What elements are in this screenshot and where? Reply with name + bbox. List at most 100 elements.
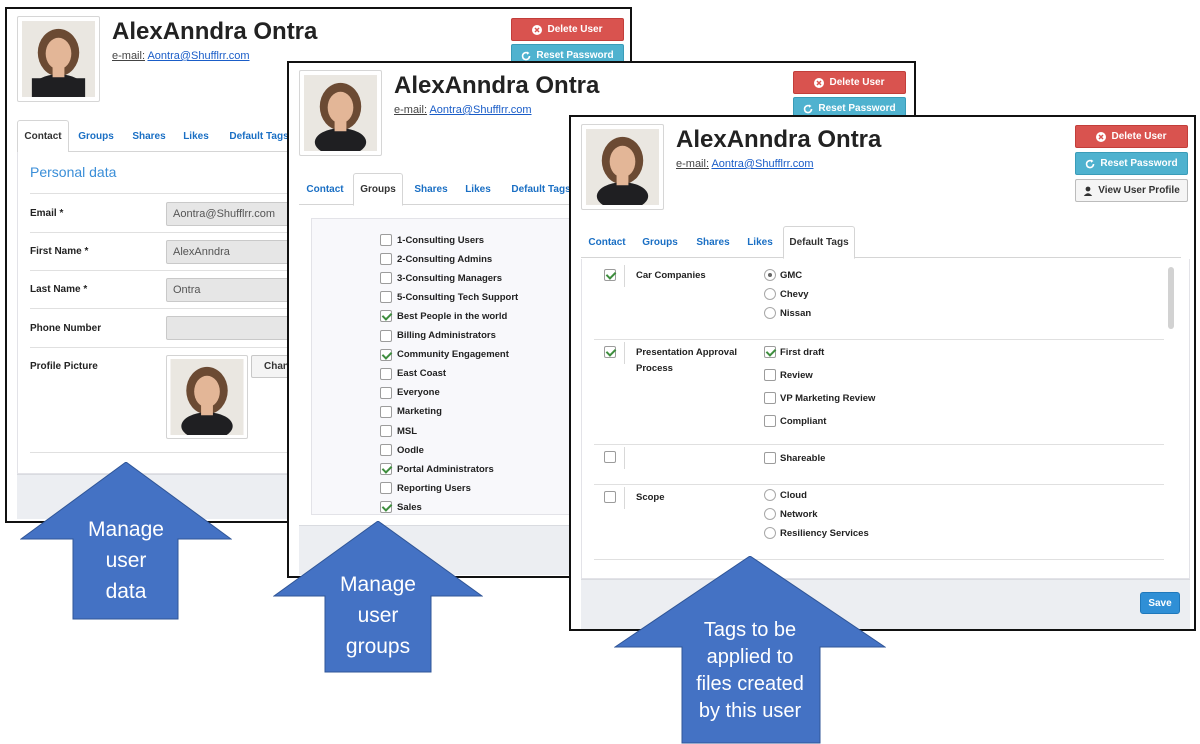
group-item[interactable]: Marketing	[380, 405, 442, 419]
group-item[interactable]: MSL	[380, 424, 417, 438]
group-checkbox[interactable]	[380, 482, 392, 495]
email-link[interactable]: Aontra@Shufflrr.com	[429, 104, 531, 116]
group-checkbox[interactable]	[380, 291, 392, 304]
tag-option-radio[interactable]	[764, 288, 776, 301]
last-name-field[interactable]: Ontra	[166, 278, 306, 302]
tab-shares[interactable]: Shares	[691, 226, 735, 258]
tag-enable-checkbox[interactable]	[604, 451, 616, 463]
scrollbar-thumb[interactable]	[1168, 267, 1174, 329]
delete-user-label: Delete User	[1111, 131, 1167, 142]
group-checkbox[interactable]	[380, 367, 392, 380]
email-link[interactable]: Aontra@Shufflrr.com	[147, 50, 249, 62]
tag-option-radio[interactable]	[764, 489, 776, 501]
group-item[interactable]: Portal Administrators	[380, 462, 494, 476]
tag-enable-checkbox[interactable]	[604, 346, 616, 358]
group-checkbox[interactable]	[380, 329, 392, 342]
row-divider	[594, 444, 1164, 445]
tag-option[interactable]: Network	[764, 507, 817, 521]
group-checkbox[interactable]	[380, 234, 392, 246]
tab-contact[interactable]: Contact	[17, 120, 69, 153]
tag-option-radio[interactable]	[764, 269, 776, 281]
refresh-icon	[804, 104, 813, 113]
first-name-field[interactable]: AlexAnndra	[166, 240, 306, 264]
tab-likes[interactable]: Likes	[743, 226, 777, 258]
tab-default-tags[interactable]: Default Tags	[783, 226, 855, 259]
user-avatar	[17, 16, 100, 102]
group-item[interactable]: Community Engagement	[380, 348, 509, 362]
delete-user-button[interactable]: Delete User	[793, 71, 906, 94]
reset-password-label: Reset Password	[1100, 158, 1178, 169]
group-label: Reporting Users	[397, 482, 471, 494]
delete-user-button[interactable]: Delete User	[511, 18, 624, 41]
tab-contact[interactable]: Contact	[581, 226, 633, 258]
group-checkbox[interactable]	[380, 463, 392, 476]
group-item[interactable]: Sales	[380, 500, 422, 514]
last-name-label: Last Name *	[30, 284, 88, 295]
tab-contact[interactable]: Contact	[299, 173, 351, 205]
group-checkbox[interactable]	[380, 405, 392, 418]
tag-option-radio[interactable]	[764, 307, 776, 320]
tab-shares[interactable]: Shares	[127, 120, 171, 152]
tag-option-checkbox[interactable]	[764, 392, 776, 404]
tag-option-checkbox[interactable]	[764, 452, 776, 464]
save-button[interactable]: Save	[1140, 592, 1180, 614]
group-item[interactable]: 5-Consulting Tech Support	[380, 290, 518, 304]
delete-user-label: Delete User	[547, 24, 603, 35]
group-item[interactable]: Best People in the world	[380, 309, 507, 323]
email-field-label: Email *	[30, 208, 64, 219]
reset-password-button[interactable]: Reset Password	[1075, 152, 1188, 175]
tag-option[interactable]: Nissan	[764, 306, 811, 320]
group-item[interactable]: 3-Consulting Managers	[380, 271, 502, 285]
group-checkbox[interactable]	[380, 253, 392, 266]
group-item[interactable]: 2-Consulting Admins	[380, 252, 492, 266]
tag-option[interactable]: GMC	[764, 268, 802, 282]
user-name: AlexAnndra Ontra	[394, 72, 600, 99]
callout-line: Tags to be	[703, 619, 797, 641]
delete-user-button[interactable]: Delete User	[1075, 125, 1188, 148]
tag-option[interactable]: First draft	[764, 345, 824, 359]
group-checkbox[interactable]	[380, 501, 392, 514]
group-checkbox[interactable]	[380, 386, 392, 399]
phone-number-field[interactable]	[166, 316, 306, 340]
group-checkbox[interactable]	[380, 272, 392, 285]
tag-option-radio[interactable]	[764, 508, 776, 521]
tag-option[interactable]: VP Marketing Review	[764, 391, 875, 405]
group-checkbox[interactable]	[380, 444, 392, 457]
tag-option[interactable]: Chevy	[764, 287, 809, 301]
tag-option-checkbox[interactable]	[764, 415, 776, 427]
tag-option[interactable]: Cloud	[764, 488, 807, 502]
tag-option-checkbox[interactable]	[764, 369, 776, 381]
group-checkbox[interactable]	[380, 310, 392, 323]
tab-groups[interactable]: Groups	[353, 173, 403, 206]
tab-default-tags[interactable]: Default Tags	[506, 173, 576, 205]
tag-option[interactable]: Review	[764, 368, 813, 382]
tag-option[interactable]: Compliant	[764, 414, 826, 428]
group-label: Billing Administrators	[397, 330, 496, 341]
tab-default-tags[interactable]: Default Tags	[224, 120, 294, 152]
group-item[interactable]: 1-Consulting Users	[380, 233, 484, 247]
group-item[interactable]: East Coast	[380, 367, 446, 381]
tag-option-radio[interactable]	[764, 527, 776, 540]
tab-groups[interactable]: Groups	[637, 226, 683, 258]
tag-option[interactable]: Shareable	[764, 451, 825, 465]
tag-enable-checkbox[interactable]	[604, 491, 616, 503]
refresh-icon	[1086, 159, 1095, 168]
tab-likes[interactable]: Likes	[461, 173, 495, 205]
tag-option-checkbox[interactable]	[764, 346, 776, 358]
group-checkbox[interactable]	[380, 348, 392, 361]
tab-likes[interactable]: Likes	[179, 120, 213, 152]
email-link[interactable]: Aontra@Shufflrr.com	[711, 158, 813, 170]
group-checkbox[interactable]	[380, 425, 392, 437]
email-field[interactable]: Aontra@Shufflrr.com	[166, 202, 306, 226]
group-item[interactable]: Billing Administrators	[380, 329, 496, 343]
group-item[interactable]: Everyone	[380, 386, 440, 400]
group-item[interactable]: Oodle	[380, 443, 424, 457]
group-item[interactable]: Reporting Users	[380, 481, 471, 495]
tag-enable-checkbox[interactable]	[604, 269, 616, 281]
tag-name: Scope	[636, 492, 665, 503]
tab-groups[interactable]: Groups	[73, 120, 119, 152]
tab-shares[interactable]: Shares	[409, 173, 453, 205]
first-name-label: First Name *	[30, 246, 89, 257]
tag-option[interactable]: Resiliency Services	[764, 526, 869, 540]
view-user-profile-button[interactable]: View User Profile	[1075, 179, 1188, 202]
